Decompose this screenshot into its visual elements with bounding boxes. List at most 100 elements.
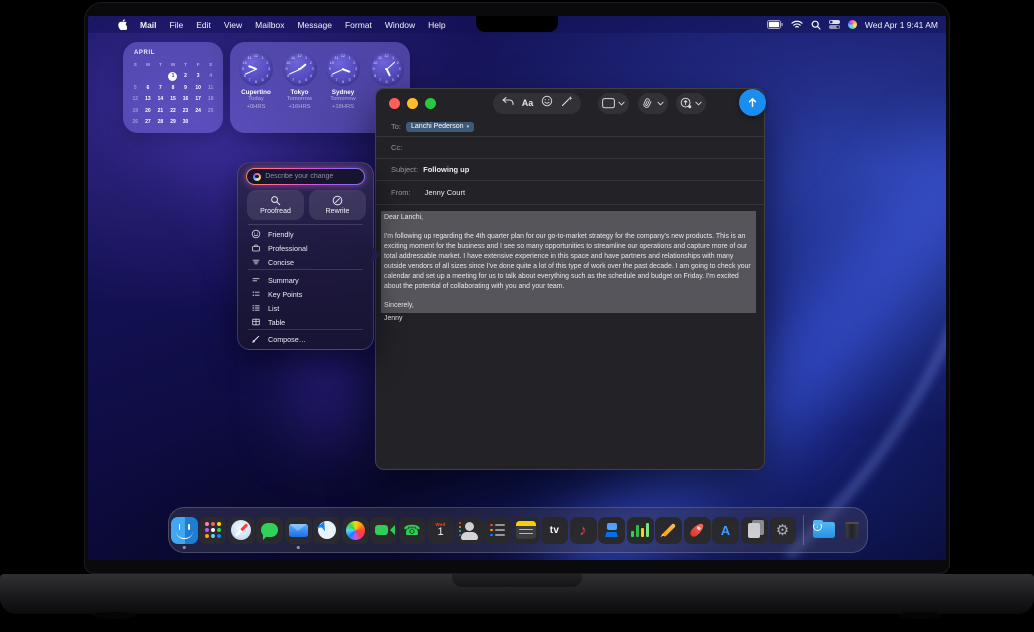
clock-center-dot [255, 68, 257, 70]
calendar-day-cell: 30 [183, 119, 189, 125]
clock-number: 5 [348, 78, 350, 82]
calendar-day-cell: 9 [184, 85, 187, 91]
clock-number: 10 [286, 61, 290, 65]
clock-number: 5 [261, 78, 263, 82]
clock-number: 1 [261, 56, 263, 60]
clock-number: 7 [335, 78, 337, 82]
clock-number: 12 [341, 54, 345, 58]
menu-item-file[interactable]: File [170, 20, 184, 30]
undo-button[interactable] [501, 94, 514, 112]
dock-phone-icon[interactable]: ☎ [399, 517, 426, 544]
writing-tools-item-summary[interactable]: Summary [244, 273, 367, 287]
dock-app-store-icon[interactable]: A [712, 517, 739, 544]
menu-item-message[interactable]: Message [297, 20, 332, 30]
dock-pages-icon[interactable] [655, 517, 682, 544]
dock-rocket-icon[interactable] [684, 517, 711, 544]
describe-change-input[interactable] [265, 173, 358, 180]
clock-number: 3 [355, 67, 357, 71]
wifi-icon[interactable] [791, 20, 803, 29]
send-button[interactable] [739, 89, 766, 116]
menu-item-format[interactable]: Format [345, 20, 372, 30]
dock-notes-icon[interactable] [513, 517, 540, 544]
dock-safari-icon[interactable] [228, 517, 255, 544]
calendar-day-cell: 23 [183, 108, 189, 114]
cc-field-row[interactable]: Cc: [376, 137, 764, 159]
apple-menu-icon[interactable] [118, 19, 127, 30]
dock-facetime-icon[interactable] [370, 517, 397, 544]
dock-calendar-icon[interactable]: Wed1 [427, 517, 454, 544]
dock-settings-icon[interactable]: ⚙ [769, 517, 796, 544]
dock-messages-icon[interactable] [256, 517, 283, 544]
dock-downloads-icon[interactable]: ↓ [810, 517, 837, 544]
menu-item-window[interactable]: Window [385, 20, 415, 30]
body-closing: Sincerely, [384, 301, 753, 311]
calendar-day-header: T [184, 62, 187, 67]
clock-number: 10 [243, 61, 247, 65]
to-recipient-token[interactable]: Lanchi Pederson ▾ [406, 122, 474, 132]
desktop-screen: Mail File Edit View Mailbox Message Format Wind… [88, 16, 946, 560]
attach-file-button[interactable] [638, 93, 668, 114]
clock-number: 6 [255, 80, 257, 84]
world-clock-tokyo: 123456789101112TokyoTomorrow+16HRS [279, 52, 321, 111]
writing-tools-item-professional[interactable]: Professional [244, 241, 367, 255]
writing-tools-item-concise[interactable]: Concise [244, 255, 367, 269]
writing-tools-item-key-points[interactable]: Key Points [244, 287, 367, 301]
clock-number: 1 [305, 56, 307, 60]
dock-music-icon[interactable]: ♪ [570, 517, 597, 544]
close-button[interactable] [389, 98, 400, 109]
format-button[interactable]: Aa [522, 98, 534, 108]
popover-arrow [372, 247, 381, 263]
calendar-day-cell: 6 [146, 85, 149, 91]
dock-numbers-icon[interactable] [627, 517, 654, 544]
dock-photos-icon[interactable] [342, 517, 369, 544]
search-icon[interactable] [811, 20, 821, 30]
from-field-row[interactable]: From: Jenny Court [376, 181, 764, 205]
writing-tools-item-list[interactable]: List [244, 301, 367, 315]
menu-item-edit[interactable]: Edit [196, 20, 211, 30]
minimize-button[interactable] [407, 98, 418, 109]
menu-item-mailbox[interactable]: Mailbox [255, 20, 284, 30]
control-center-icon[interactable] [829, 20, 840, 29]
body-paragraph: I'm following up regarding the 4th quart… [384, 232, 753, 292]
dock-contacts-icon[interactable] [456, 517, 483, 544]
writing-tools-item-friendly[interactable]: Friendly [244, 227, 367, 241]
zoom-button[interactable] [425, 98, 436, 109]
message-body[interactable]: Dear Lanchi, I'm following up regarding … [376, 205, 764, 469]
key-points-icon [251, 289, 261, 299]
menu-item-help[interactable]: Help [428, 20, 445, 30]
body-signature: Jenny [381, 313, 756, 325]
siri-icon[interactable] [848, 20, 857, 29]
menu-item-mail[interactable]: Mail [140, 20, 157, 30]
dock-preview-icon[interactable] [741, 517, 768, 544]
writing-tools-item-compose[interactable]: Compose… [244, 332, 367, 346]
rewrite-button[interactable]: Rewrite [309, 190, 366, 220]
photo-browser-button[interactable] [598, 93, 629, 114]
dock-trash-icon[interactable] [839, 517, 866, 544]
to-field-row[interactable]: To: Lanchi Pederson ▾ [376, 117, 764, 137]
dock-keynote-icon[interactable] [598, 517, 625, 544]
calendar-selected-day: 1 [168, 72, 177, 81]
calendar-widget[interactable]: APRIL SMTWTFS123456789101112131415161718… [123, 42, 223, 133]
smiley-icon [251, 229, 261, 239]
dock-launchpad-icon[interactable] [199, 517, 226, 544]
menu-item-view[interactable]: View [224, 20, 242, 30]
emoji-button[interactable] [541, 94, 553, 112]
dock-maps-icon[interactable] [313, 517, 340, 544]
subject-field-row[interactable]: Subject: Following up [376, 159, 764, 181]
insert-menu-button[interactable] [676, 93, 706, 114]
clock-offset-label: +0HRS [235, 104, 277, 112]
dock-tv-icon[interactable]: tv [541, 517, 568, 544]
battery-icon[interactable] [767, 20, 783, 29]
dock-mail-icon[interactable] [285, 517, 312, 544]
calendar-day-cell: 20 [145, 108, 151, 114]
calendar-day-cell: 7 [159, 85, 162, 91]
dock-reminders-icon[interactable] [484, 517, 511, 544]
writing-tools-item-table[interactable]: Table [244, 315, 367, 329]
writing-tools-button[interactable] [561, 94, 573, 112]
dock-finder-icon[interactable] [171, 517, 198, 544]
rubber-foot [92, 612, 136, 619]
world-clock-hidden: 123456789101112 [366, 52, 408, 89]
proofread-button[interactable]: Proofread [247, 190, 304, 220]
menu-clock[interactable]: Wed Apr 1 9:41 AM [865, 20, 938, 30]
clock-number: 10 [330, 61, 334, 65]
